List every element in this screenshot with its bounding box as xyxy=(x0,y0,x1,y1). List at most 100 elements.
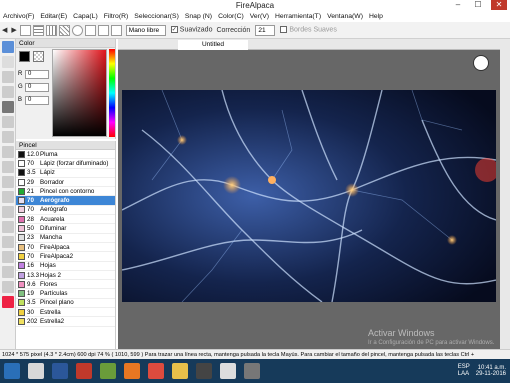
brush-name: Hojas 2 xyxy=(40,271,61,279)
clock-date[interactable]: 29-11-2016 xyxy=(476,371,506,377)
divide-tool-icon[interactable] xyxy=(1,281,14,293)
brush-item[interactable]: 30 Estrella xyxy=(16,308,115,318)
arrow-right-icon[interactable]: ▶ xyxy=(11,26,16,34)
brush-name: Borrador xyxy=(40,178,65,186)
brush-item[interactable]: 202 Estrella2 xyxy=(16,317,115,327)
text-tool-icon[interactable] xyxy=(1,221,14,233)
document-tab[interactable]: Untitled xyxy=(178,40,248,50)
correction-select[interactable]: 21 xyxy=(255,24,276,36)
brush-item[interactable]: 23 Mancha xyxy=(16,234,115,243)
r-input[interactable]: 0 xyxy=(25,70,49,79)
g-input[interactable]: 0 xyxy=(25,83,49,92)
word-icon[interactable] xyxy=(52,363,68,379)
settings-icon[interactable] xyxy=(244,363,260,379)
brush-size: 70 xyxy=(27,159,34,167)
dot-tool-icon[interactable] xyxy=(1,71,14,83)
brush-item[interactable]: 28 Acuarela xyxy=(16,215,115,225)
magic-wand-icon[interactable] xyxy=(1,176,14,188)
hand-tool-icon[interactable] xyxy=(1,236,14,248)
vertical-scrollbar[interactable] xyxy=(500,39,510,349)
pdf-icon[interactable] xyxy=(76,363,92,379)
close-button[interactable]: ✕ xyxy=(491,0,507,10)
stroke-mode-select[interactable]: Mano libre xyxy=(125,24,166,36)
hue-slider[interactable] xyxy=(109,49,115,137)
eyedropper-icon[interactable] xyxy=(1,251,14,263)
snap-grid-icon[interactable] xyxy=(32,24,44,36)
brush-color-swatch xyxy=(18,262,25,270)
snap-circle-icon[interactable] xyxy=(84,24,96,36)
brush-item[interactable]: 70 Aerógrafo xyxy=(16,196,115,206)
primary-color-swatch[interactable] xyxy=(19,51,30,62)
brush-color-swatch xyxy=(18,280,25,288)
zoom-tool-icon[interactable] xyxy=(1,266,14,278)
snap-cross-icon[interactable] xyxy=(58,24,70,36)
menu-snap[interactable]: Snap (N) xyxy=(182,13,215,20)
chrome-icon[interactable] xyxy=(148,363,164,379)
brush-item[interactable]: 9.6 Flores xyxy=(16,280,115,290)
maximize-button[interactable]: ☐ xyxy=(470,0,486,10)
snap-settings-icon[interactable] xyxy=(110,24,122,36)
menu-ventana[interactable]: Ventana(W) xyxy=(324,13,366,20)
brush-item[interactable]: 21 Pincel con contorno xyxy=(16,187,115,197)
brush-size: 70 xyxy=(27,243,34,251)
menu-ver[interactable]: Ver(V) xyxy=(247,13,272,20)
firealpaca-icon[interactable] xyxy=(220,363,236,379)
folder-icon[interactable] xyxy=(172,363,188,379)
brush-item[interactable]: 3.5 Pincel plano xyxy=(16,299,115,309)
menu-help[interactable]: Help xyxy=(366,13,386,20)
transparent-swatch[interactable] xyxy=(33,51,44,62)
menu-herramienta[interactable]: Herramienta(T) xyxy=(272,13,324,20)
gradient-tool-icon[interactable] xyxy=(1,116,14,128)
move-tool-icon[interactable] xyxy=(1,86,14,98)
keyboard-language[interactable]: ESP LAA xyxy=(458,364,470,378)
brush-name: Aerógrafo xyxy=(40,197,70,205)
brush-item[interactable]: 19 Partículas xyxy=(16,289,115,299)
arrow-left-icon[interactable]: ◀ xyxy=(2,26,7,34)
foreground-color-icon[interactable] xyxy=(1,296,14,308)
eraser-tool-icon[interactable] xyxy=(1,56,14,68)
taskbar-app-icon[interactable] xyxy=(28,363,44,379)
select-tool-icon[interactable] xyxy=(1,146,14,158)
b-input[interactable]: 0 xyxy=(25,96,49,105)
brush-item[interactable]: 70 FireAlpaca2 xyxy=(16,252,115,262)
snap-curve-icon[interactable] xyxy=(97,24,109,36)
brush-item[interactable]: 29 Borrador xyxy=(16,178,115,188)
menu-color[interactable]: Color(C) xyxy=(215,13,247,20)
canvas-area[interactable] xyxy=(118,50,500,349)
soft-edges-checkbox[interactable]: Bordes Suaves xyxy=(280,26,337,34)
brush-item[interactable]: 70 Lápiz (forzar difuminado) xyxy=(16,159,115,169)
brush-tool-icon[interactable] xyxy=(1,41,14,53)
saturation-value-picker[interactable] xyxy=(52,49,107,137)
minimize-button[interactable]: – xyxy=(450,0,466,10)
snap-off-icon[interactable] xyxy=(19,24,31,36)
brush-name: Pluma xyxy=(40,150,58,158)
brush-panel-header: Pincel xyxy=(16,141,115,150)
select-eraser-icon[interactable] xyxy=(1,206,14,218)
brush-item[interactable]: 3.5 Lápiz xyxy=(16,169,115,178)
brush-item[interactable]: 13.3 Hojas 2 xyxy=(16,271,115,281)
brush-item[interactable]: 70 Aerógrafo xyxy=(16,206,115,216)
menu-capa[interactable]: Capa(L) xyxy=(70,13,101,20)
brush-item[interactable]: 12.0 Pluma xyxy=(16,150,115,160)
brush-name: Difuminar xyxy=(40,225,67,233)
lasso-tool-icon[interactable] xyxy=(1,161,14,173)
firefox-icon[interactable] xyxy=(124,363,140,379)
snap-radial-icon[interactable] xyxy=(71,24,83,36)
smoothing-checkbox[interactable]: ✓ Suavizado xyxy=(170,26,212,34)
menu-filtro[interactable]: Filtro(R) xyxy=(101,13,132,20)
app-icon[interactable] xyxy=(100,363,116,379)
menu-seleccionar[interactable]: Seleccionar(S) xyxy=(131,13,182,20)
fill-tool-icon[interactable] xyxy=(1,101,14,113)
shape-tool-icon[interactable] xyxy=(1,131,14,143)
brush-panel: Pincel 12.0 Pluma 70 Lápiz (forzar difumina… xyxy=(16,141,116,349)
start-button-icon[interactable] xyxy=(4,363,20,379)
menu-editar[interactable]: Editar(E) xyxy=(37,13,70,20)
brush-item[interactable]: 70 FireAlpaca xyxy=(16,243,115,253)
media-icon[interactable] xyxy=(196,363,212,379)
brush-item[interactable]: 16 Hojas xyxy=(16,262,115,271)
brush-item[interactable]: 50 Difuminar xyxy=(16,224,115,234)
menu-archivo[interactable]: Archivo(F) xyxy=(0,13,37,20)
snap-parallel-icon[interactable] xyxy=(45,24,57,36)
brush-size: 70 xyxy=(27,252,34,260)
select-pen-icon[interactable] xyxy=(1,191,14,203)
